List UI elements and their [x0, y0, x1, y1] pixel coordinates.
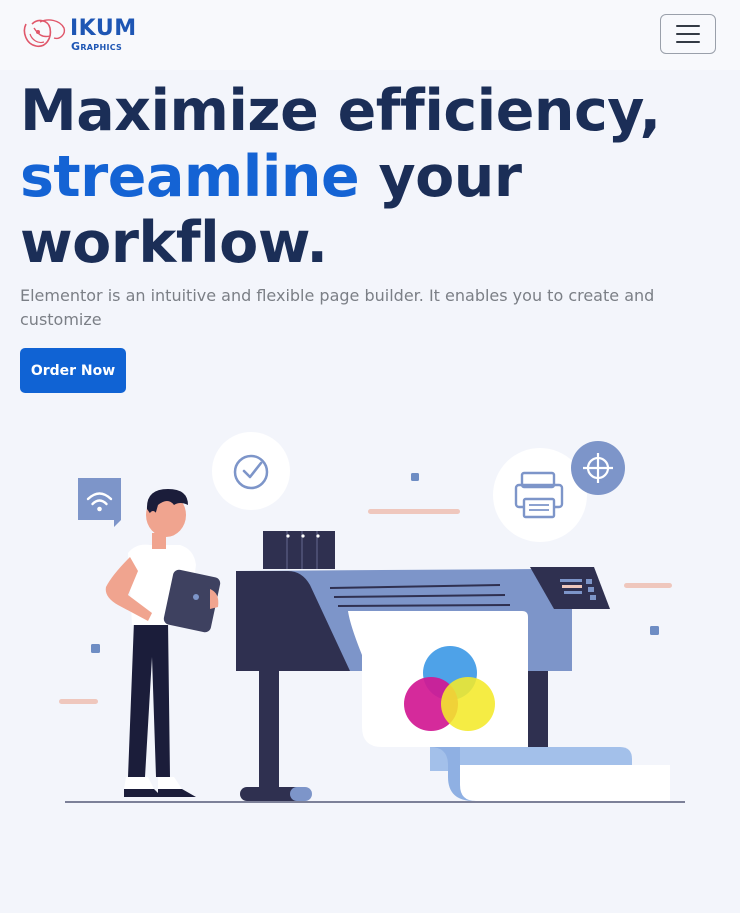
brand-logo[interactable]: IKUM Graphics	[20, 14, 136, 54]
wifi-icon	[78, 478, 121, 527]
hero-heading: Maximize efficiency, streamline your wor…	[20, 78, 720, 276]
decor-dash	[368, 509, 460, 514]
decor-square	[650, 626, 659, 635]
hamburger-icon	[676, 25, 700, 27]
decor-dash	[59, 699, 98, 704]
crosshair-icon	[571, 441, 625, 495]
decor-square	[91, 644, 100, 653]
brand-tagline: Graphics	[71, 40, 123, 53]
hero-heading-accent: streamline	[20, 144, 360, 210]
hero-heading-line-1: Maximize efficiency,	[20, 78, 661, 144]
brand-wordmark: IKUM Graphics	[70, 17, 137, 53]
logo-mark-icon	[23, 19, 66, 48]
hero-illustration	[59, 432, 685, 803]
navbar: IKUM Graphics	[0, 0, 740, 70]
brand-name: IKUM	[70, 16, 137, 41]
menu-toggle-button[interactable]	[660, 14, 716, 54]
large-format-printer	[236, 531, 670, 801]
check-badge-icon	[212, 432, 290, 510]
person-with-tablet	[105, 489, 221, 797]
hero-subtitle: Elementor is an intuitive and flexible p…	[20, 286, 655, 329]
hamburger-icon-bar	[676, 41, 700, 43]
decor-square	[411, 473, 419, 481]
hero-heading-line-3: workflow.	[20, 210, 328, 276]
hero-heading-line-2-rest: your	[359, 144, 522, 210]
order-now-button[interactable]: Order Now	[20, 348, 126, 393]
hamburger-icon-bar	[676, 33, 700, 35]
decor-dash	[624, 583, 672, 588]
